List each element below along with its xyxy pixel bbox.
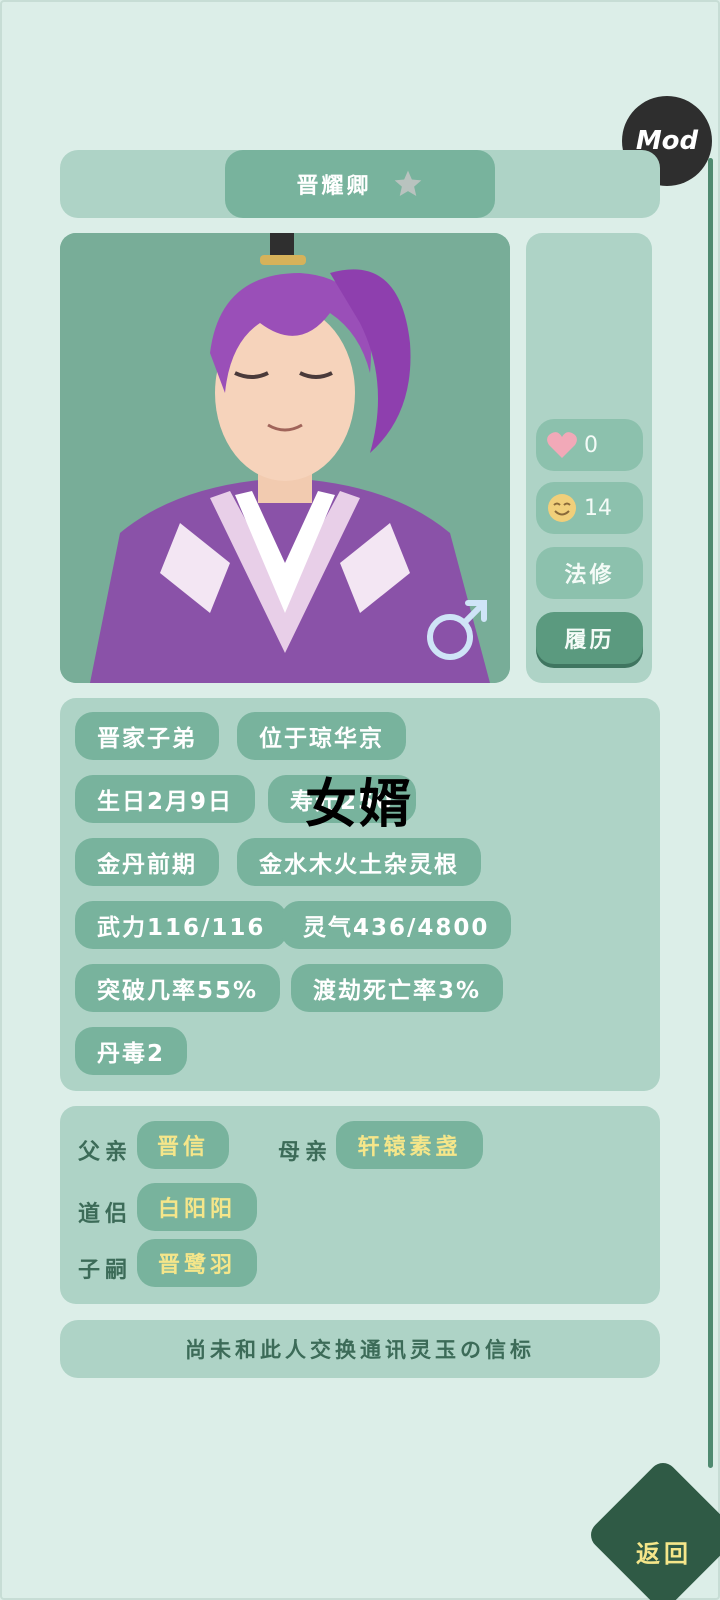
- mother-label: 母亲: [278, 1140, 333, 1165]
- mother-button[interactable]: 轩辕素盏: [336, 1121, 483, 1169]
- tag-pill-poison: 丹毒2: [75, 1027, 188, 1075]
- back-button-label[interactable]: 返回: [636, 1534, 692, 1569]
- tag-force: 武力116/116: [75, 901, 288, 949]
- class-label: 法修: [564, 563, 615, 588]
- token-message: 尚未和此人交换通讯灵玉の信标: [60, 1320, 660, 1378]
- tag-family: 晋家子弟: [75, 712, 219, 760]
- tag-realm: 金丹前期: [75, 838, 219, 886]
- child-button[interactable]: 晋鹭羽: [137, 1239, 257, 1287]
- male-icon: [427, 600, 487, 660]
- father-label: 父亲: [78, 1140, 133, 1165]
- mood-indicator: 14: [536, 482, 643, 534]
- character-portrait: [60, 233, 510, 683]
- character-name: 晋耀卿: [296, 174, 372, 199]
- partner-button[interactable]: 白阳阳: [137, 1183, 257, 1231]
- child-label: 子嗣: [78, 1258, 133, 1283]
- favor-value: 0: [584, 432, 598, 458]
- tag-breakthrough: 突破几率55%: [75, 964, 281, 1012]
- relation-label: 女婿: [305, 775, 414, 835]
- star-icon[interactable]: [392, 168, 424, 200]
- history-button[interactable]: 履历: [536, 612, 643, 664]
- smile-icon: [548, 494, 576, 522]
- tag-location: 位于琼华京: [237, 712, 406, 760]
- class-badge: 法修: [536, 547, 643, 599]
- tag-birthday: 生日2月9日: [75, 775, 256, 823]
- partner-label: 道侣: [78, 1202, 133, 1227]
- tag-qi: 灵气436/4800: [281, 901, 512, 949]
- heart-icon: [547, 432, 577, 458]
- scrollbar[interactable]: [708, 158, 713, 1468]
- tag-spirit-root: 金水木火土杂灵根: [237, 838, 481, 886]
- mood-value: 14: [584, 495, 612, 521]
- favor-indicator: 0: [536, 419, 643, 471]
- character-name-pill: 晋耀卿: [225, 150, 495, 218]
- history-button-label: 履历: [564, 628, 615, 653]
- tag-tribulation: 渡劫死亡率3%: [291, 964, 504, 1012]
- father-button[interactable]: 晋信: [137, 1121, 229, 1169]
